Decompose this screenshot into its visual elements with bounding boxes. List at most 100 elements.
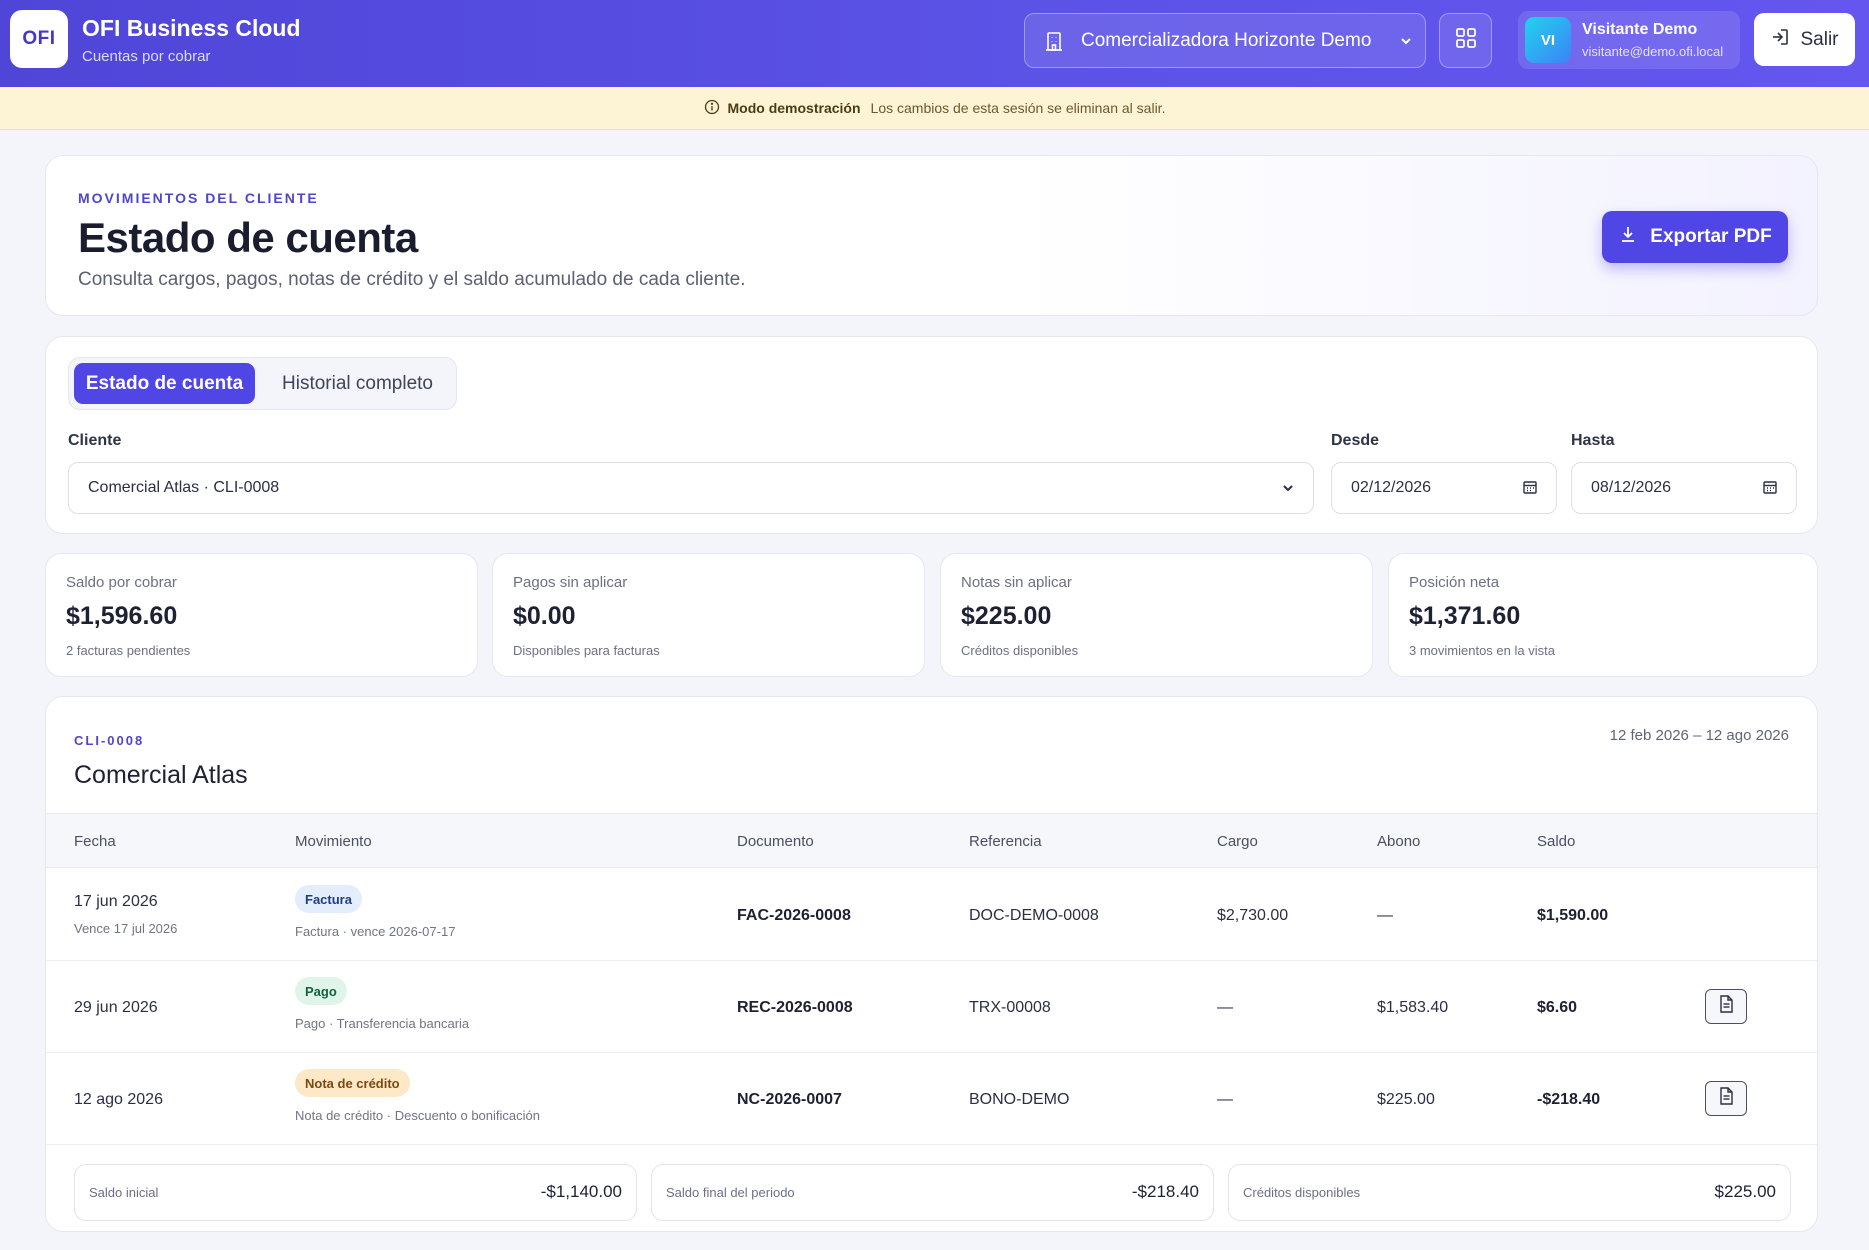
top-bar: OFI OFI Business Cloud Cuentas por cobra… bbox=[0, 0, 1869, 87]
column-header[interactable]: Fecha bbox=[74, 833, 116, 850]
summary-available-credits: Créditos disponibles $225.00 bbox=[1228, 1164, 1791, 1221]
kpi-note: 3 movimientos en la vista bbox=[1409, 643, 1555, 658]
row-reference: TRX-00008 bbox=[969, 999, 1051, 1016]
export-pdf-label: Exportar PDF bbox=[1650, 226, 1772, 247]
company-name: Comercializadora Horizonte Demo bbox=[1081, 29, 1372, 51]
kpi-label: Saldo por cobrar bbox=[66, 574, 177, 591]
view-tabs: Estado de cuenta Historial completo bbox=[68, 357, 457, 410]
chevron-down-icon bbox=[1281, 481, 1295, 500]
column-header[interactable]: Movimiento bbox=[295, 833, 372, 850]
brand-logo[interactable]: OFI bbox=[10, 10, 68, 68]
download-icon bbox=[1618, 224, 1638, 250]
row-date: 12 ago 2026 bbox=[74, 1091, 163, 1108]
view-document-button[interactable] bbox=[1705, 1081, 1747, 1116]
kpi-value: $0.00 bbox=[513, 602, 576, 630]
column-header[interactable]: Cargo bbox=[1217, 833, 1258, 850]
kpi-label: Notas sin aplicar bbox=[961, 574, 1072, 591]
movement-badge-invoice: Factura bbox=[295, 885, 362, 913]
client-select-value: Comercial Atlas · CLI-0008 bbox=[88, 479, 280, 496]
page-description: Consulta cargos, pagos, notas de crédito… bbox=[78, 269, 746, 290]
column-header[interactable]: Documento bbox=[737, 833, 814, 850]
client-select[interactable]: Comercial Atlas · CLI-0008 bbox=[68, 462, 1314, 514]
summary-value: -$1,140.00 bbox=[540, 1182, 622, 1201]
calendar-icon[interactable] bbox=[1762, 479, 1778, 500]
export-pdf-button[interactable]: Exportar PDF bbox=[1602, 211, 1788, 263]
calendar-icon[interactable] bbox=[1522, 479, 1538, 500]
demo-banner: Modo demostración Los cambios de esta se… bbox=[0, 87, 1869, 130]
row-reference: DOC-DEMO-0008 bbox=[969, 907, 1099, 924]
avatar: VI bbox=[1525, 17, 1571, 63]
row-charge: $2,730.00 bbox=[1217, 907, 1289, 924]
filter-card: Estado de cuenta Historial completo Clie… bbox=[45, 336, 1818, 534]
statement-date-range: 12 feb 2026 – 12 ago 2026 bbox=[1609, 727, 1789, 744]
from-label: Desde bbox=[1331, 432, 1380, 449]
building-icon bbox=[1043, 30, 1065, 52]
tab-full-history[interactable]: Historial completo bbox=[265, 363, 450, 404]
movement-badge-credit-note: Nota de crédito bbox=[295, 1069, 410, 1097]
row-charge: — bbox=[1217, 999, 1233, 1016]
summary-closing-balance: Saldo final del periodo -$218.40 bbox=[651, 1164, 1214, 1221]
client-name: Comercial Atlas bbox=[74, 761, 248, 789]
logout-button[interactable]: Salir bbox=[1754, 13, 1855, 66]
kpi-card-unapplied-payments: Pagos sin aplicar $0.00 Disponibles para… bbox=[492, 553, 925, 677]
summary-value: -$218.40 bbox=[1131, 1182, 1199, 1201]
apps-grid-button[interactable] bbox=[1439, 13, 1492, 68]
summary-label: Saldo final del periodo bbox=[666, 1185, 795, 1200]
page-eyebrow: MOVIMIENTOS DEL CLIENTE bbox=[78, 190, 319, 206]
kpi-value: $225.00 bbox=[961, 602, 1052, 630]
row-date: 17 jun 2026 bbox=[74, 893, 158, 910]
summary-value: $225.00 bbox=[1714, 1182, 1776, 1201]
row-reference: BONO-DEMO bbox=[969, 1091, 1070, 1108]
statement-card: CLI-0008 Comercial Atlas 12 feb 2026 – 1… bbox=[45, 696, 1818, 1232]
column-header[interactable]: Referencia bbox=[969, 833, 1042, 850]
user-menu[interactable]: VI Visitante Demo visitante@demo.ofi.loc… bbox=[1518, 11, 1740, 69]
table-row[interactable]: 17 jun 2026 Vence 17 jul 2026 Factura Fa… bbox=[46, 869, 1817, 961]
kpi-note: Créditos disponibles bbox=[961, 643, 1079, 658]
row-balance: $6.60 bbox=[1537, 999, 1578, 1016]
page-header-card: MOVIMIENTOS DEL CLIENTE Estado de cuenta… bbox=[45, 155, 1818, 316]
row-detail: Pago · Transferencia bancaria bbox=[295, 1016, 470, 1031]
to-date-value: 08/12/2026 bbox=[1591, 479, 1672, 496]
row-credit: $1,583.40 bbox=[1377, 999, 1449, 1016]
kpi-note: Disponibles para facturas bbox=[513, 643, 660, 658]
kpi-value: $1,371.60 bbox=[1409, 602, 1521, 630]
kpi-label: Posición neta bbox=[1409, 574, 1500, 591]
chevron-down-icon bbox=[1399, 32, 1413, 54]
table-row[interactable]: 12 ago 2026 Nota de crédito Nota de créd… bbox=[46, 1053, 1817, 1145]
user-email: visitante@demo.ofi.local bbox=[1582, 44, 1724, 59]
row-date: 29 jun 2026 bbox=[74, 999, 158, 1016]
kpi-value: $1,596.60 bbox=[66, 602, 178, 630]
row-detail: Factura · vence 2026-07-17 bbox=[295, 924, 456, 939]
row-document: NC-2026-0007 bbox=[737, 1091, 842, 1108]
row-balance: $1,590.00 bbox=[1537, 907, 1609, 924]
kpi-label: Pagos sin aplicar bbox=[513, 574, 628, 591]
row-balance: -$218.40 bbox=[1537, 1091, 1601, 1108]
kpi-note: 2 facturas pendientes bbox=[66, 643, 191, 658]
client-code: CLI-0008 bbox=[74, 733, 145, 748]
apps-grid-icon bbox=[1455, 27, 1477, 54]
table-row[interactable]: 29 jun 2026 Pago Pago · Transferencia ba… bbox=[46, 961, 1817, 1053]
app-title: OFI Business Cloud bbox=[82, 15, 301, 41]
page-title: Estado de cuenta bbox=[78, 214, 418, 261]
column-header[interactable]: Saldo bbox=[1537, 833, 1575, 850]
row-document: REC-2026-0008 bbox=[737, 999, 853, 1016]
row-credit: — bbox=[1377, 907, 1393, 924]
logout-icon bbox=[1770, 27, 1790, 53]
logout-label: Salir bbox=[1800, 28, 1839, 50]
from-date-input[interactable]: 02/12/2026 bbox=[1331, 462, 1557, 514]
kpi-card-receivable: Saldo por cobrar $1,596.60 2 facturas pe… bbox=[45, 553, 478, 677]
row-detail: Nota de crédito · Descuento o bonificaci… bbox=[295, 1108, 540, 1123]
table-header: Fecha Movimiento Documento Referencia Ca… bbox=[46, 813, 1817, 868]
view-document-button[interactable] bbox=[1705, 989, 1747, 1024]
row-credit: $225.00 bbox=[1377, 1091, 1435, 1108]
app-subtitle: Cuentas por cobrar bbox=[82, 48, 211, 65]
to-date-input[interactable]: 08/12/2026 bbox=[1571, 462, 1797, 514]
kpi-card-net-position: Posición neta $1,371.60 3 movimientos en… bbox=[1388, 553, 1818, 677]
summary-opening-balance: Saldo inicial -$1,140.00 bbox=[74, 1164, 637, 1221]
column-header[interactable]: Abono bbox=[1377, 833, 1420, 850]
tab-statement[interactable]: Estado de cuenta bbox=[74, 363, 255, 404]
summary-label: Saldo inicial bbox=[89, 1185, 159, 1200]
document-icon bbox=[1718, 1087, 1734, 1110]
company-selector[interactable]: Comercializadora Horizonte Demo bbox=[1024, 13, 1426, 68]
row-charge: — bbox=[1217, 1091, 1233, 1108]
